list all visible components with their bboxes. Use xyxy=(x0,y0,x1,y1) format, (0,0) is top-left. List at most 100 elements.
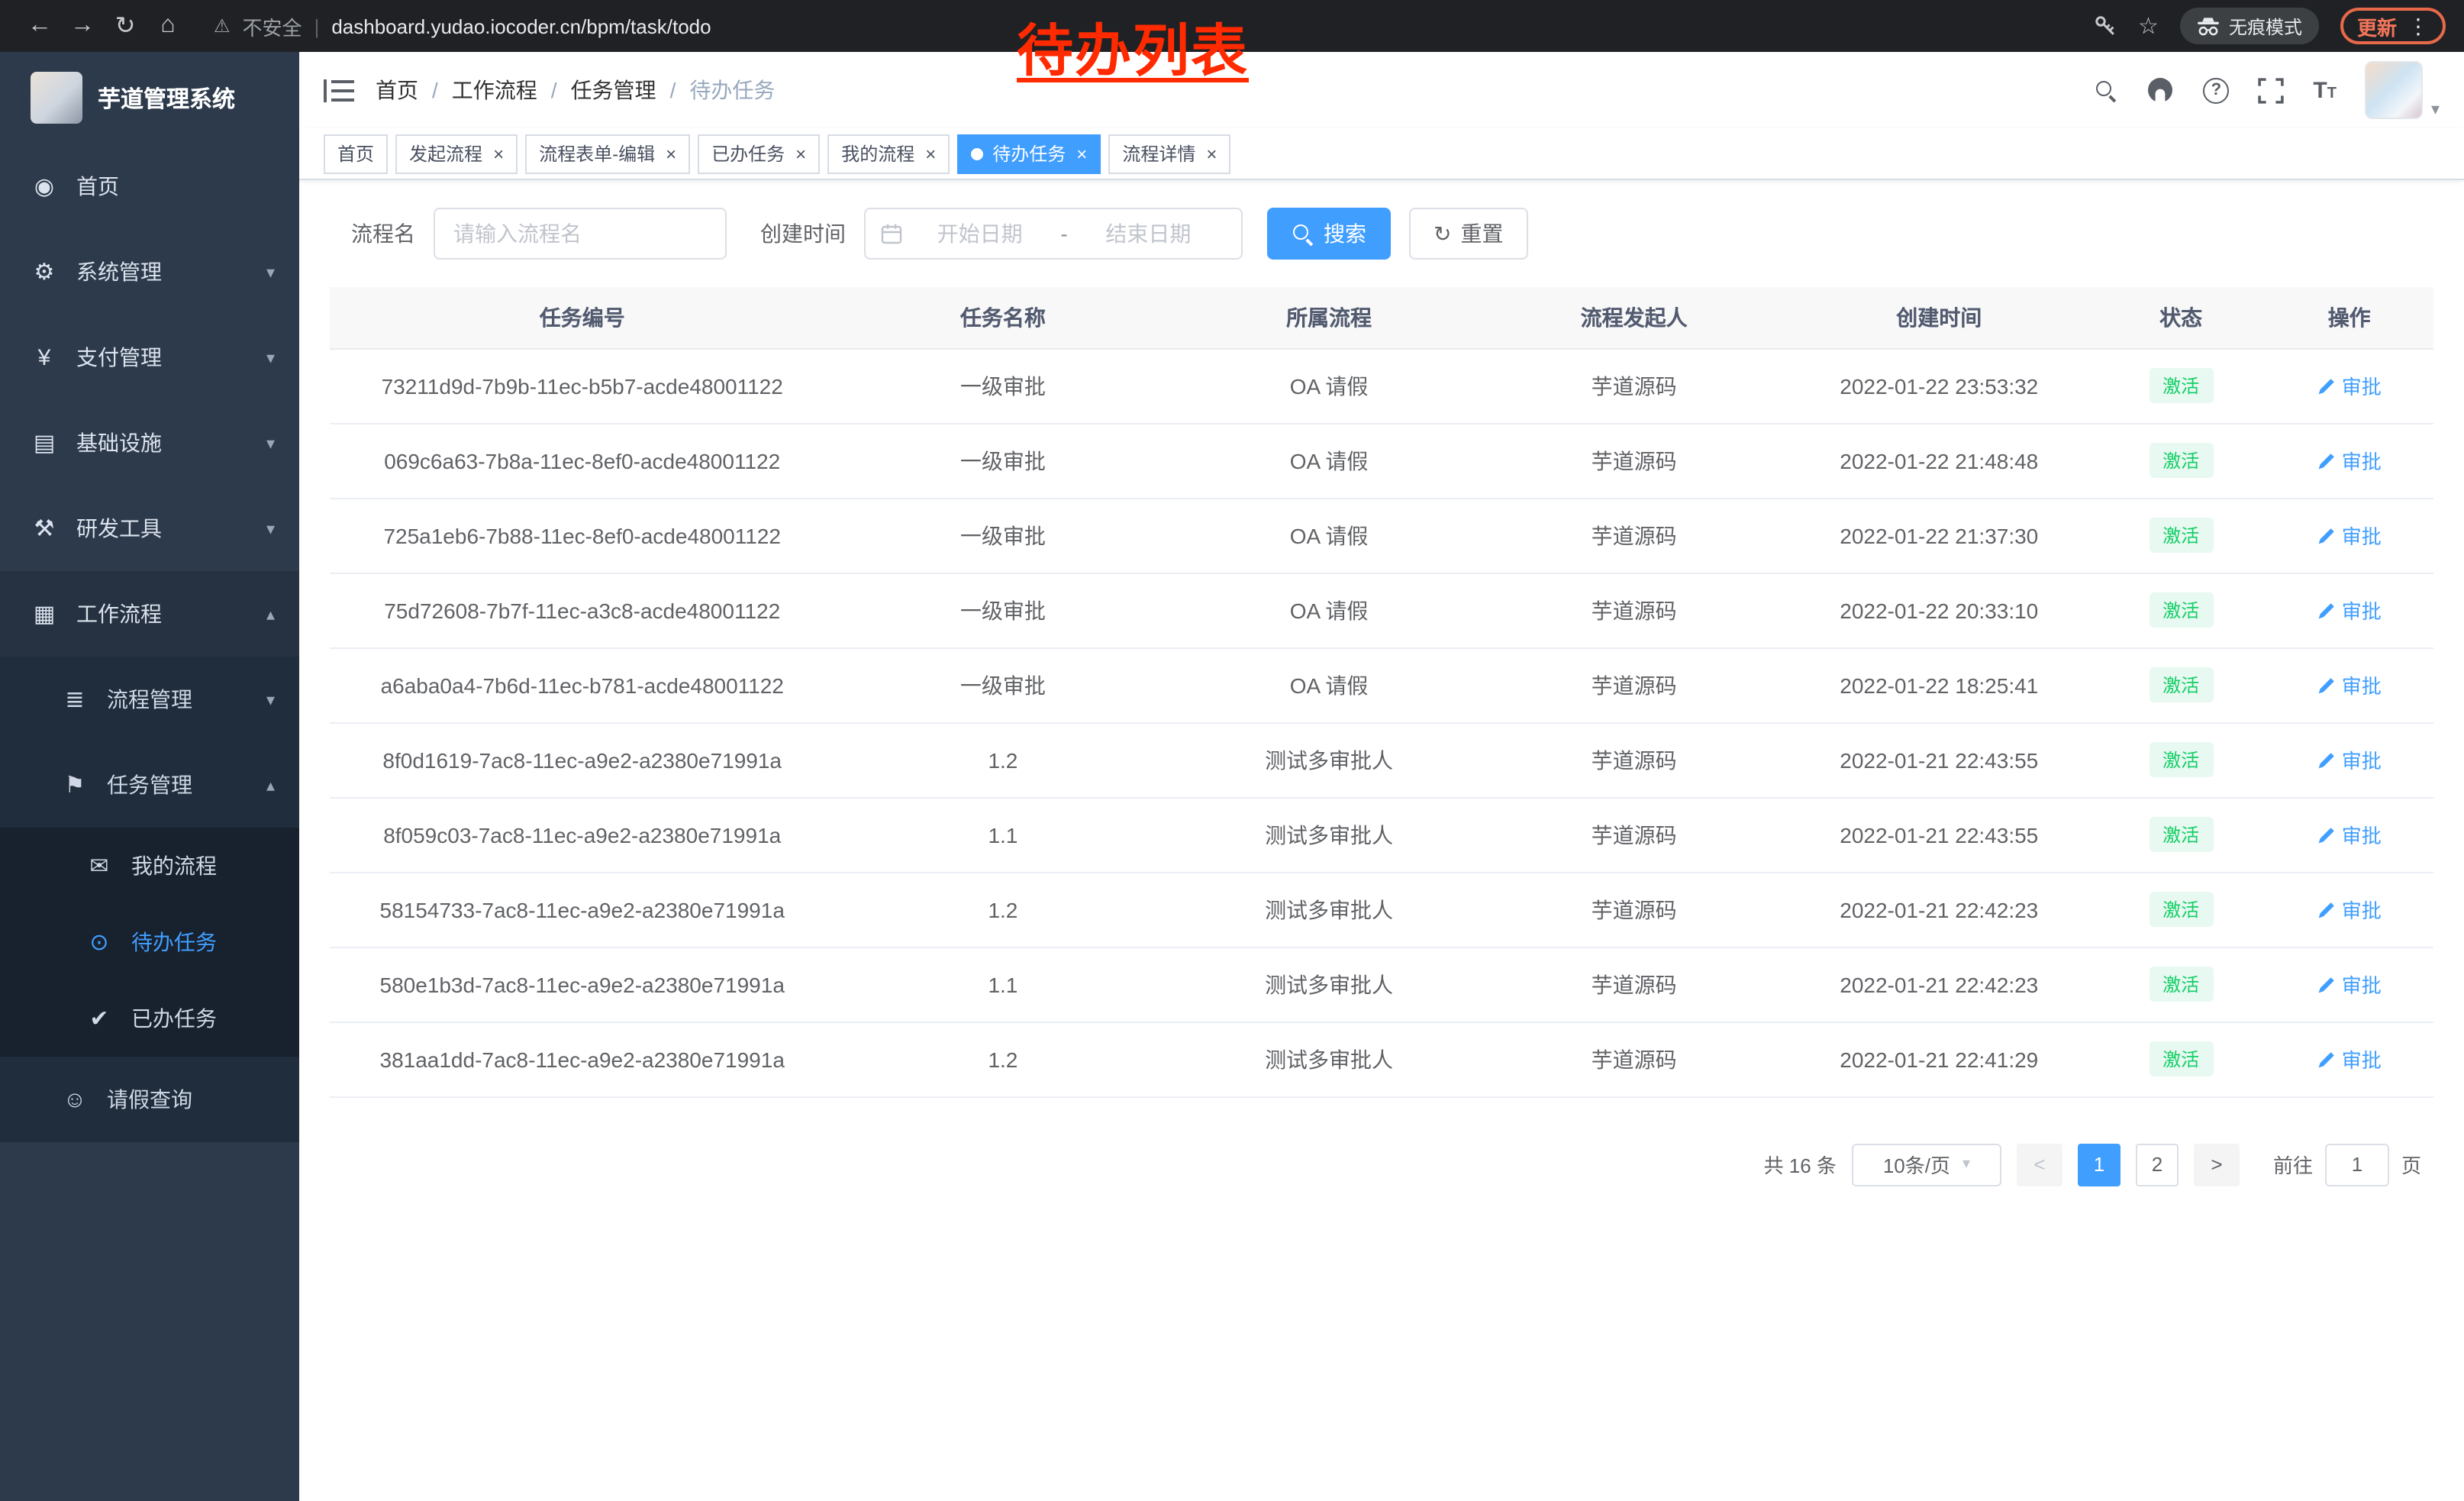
cell-task-id: 580e1b3d-7ac8-11ec-a9e2-a2380e71991a xyxy=(330,947,834,1022)
close-icon[interactable]: × xyxy=(1076,144,1087,163)
tab-label: 首页 xyxy=(337,140,374,166)
tab-process-form-edit[interactable]: 流程表单-编辑 × xyxy=(525,134,690,173)
close-icon[interactable]: × xyxy=(795,144,806,163)
approve-link[interactable]: 审批 xyxy=(2317,371,2382,400)
sidebar-item-devtools[interactable]: ⚒ 研发工具 ▾ xyxy=(0,486,299,571)
font-size-icon[interactable]: TT xyxy=(2313,77,2337,103)
sidebar: 芋道管理系统 ◉ 首页 ⚙ 系统管理 ▾ ¥ 支付管理 ▾ ▤ 基础设施 ▾ xyxy=(0,52,299,1501)
sidebar-item-payment[interactable]: ¥ 支付管理 ▾ xyxy=(0,315,299,400)
tab-todo-task[interactable]: 待办任务 × xyxy=(957,134,1101,173)
browser-reload-icon[interactable]: ↻ xyxy=(104,11,147,41)
sidebar-item-system[interactable]: ⚙ 系统管理 ▾ xyxy=(0,229,299,315)
cell-starter: 芋道源码 xyxy=(1487,947,1782,1022)
approve-link[interactable]: 审批 xyxy=(2317,521,2382,550)
cell-task-name: 一级审批 xyxy=(834,348,1171,423)
cell-starter: 芋道源码 xyxy=(1487,573,1782,647)
search-button[interactable]: 搜索 xyxy=(1267,208,1391,260)
insecure-label[interactable]: 不安全 xyxy=(243,11,302,40)
cell-action: 审批 xyxy=(2265,872,2433,947)
sidebar-item-done-task[interactable]: ✔ 已办任务 xyxy=(0,980,299,1057)
page-button-1[interactable]: 1 xyxy=(2078,1143,2121,1186)
sidebar-item-task-management[interactable]: ⚑ 任务管理 ▴ xyxy=(0,742,299,828)
incognito-badge: 无痕模式 xyxy=(2180,8,2319,44)
status-badge: 激活 xyxy=(2149,667,2213,702)
process-name-label: 流程名 xyxy=(351,218,415,249)
browser-home-icon[interactable]: ⌂ xyxy=(147,12,189,40)
cell-status: 激活 xyxy=(2097,947,2265,1022)
approve-link[interactable]: 审批 xyxy=(2317,446,2382,475)
edit-icon xyxy=(2317,750,2336,769)
sidebar-item-infrastructure[interactable]: ▤ 基础设施 ▾ xyxy=(0,400,299,486)
process-name-input[interactable] xyxy=(434,208,727,260)
page-button-2[interactable]: 2 xyxy=(2136,1143,2179,1186)
sidebar-fold-icon[interactable] xyxy=(324,79,354,102)
date-range-picker[interactable]: 开始日期 - 结束日期 xyxy=(864,208,1243,260)
eye-icon: ⊙ xyxy=(85,928,113,956)
close-icon[interactable]: × xyxy=(666,144,676,163)
approve-link[interactable]: 审批 xyxy=(2317,670,2382,699)
browser-update-button[interactable]: 更新 ⋮ xyxy=(2340,8,2446,44)
search-icon[interactable] xyxy=(2095,79,2117,102)
cell-action: 审批 xyxy=(2265,573,2433,647)
logo-row[interactable]: 芋道管理系统 xyxy=(0,52,299,144)
cell-action: 审批 xyxy=(2265,498,2433,573)
github-icon[interactable] xyxy=(2146,76,2174,104)
sidebar-item-home[interactable]: ◉ 首页 xyxy=(0,144,299,229)
approve-link[interactable]: 审批 xyxy=(2317,970,2382,999)
page-size-select[interactable]: 10条/页 ▾ xyxy=(1852,1143,2001,1186)
cell-create-time: 2022-01-22 23:53:32 xyxy=(1782,348,2097,423)
date-start-placeholder[interactable]: 开始日期 xyxy=(902,218,1057,249)
sidebar-item-process-management[interactable]: ≣ 流程管理 ▾ xyxy=(0,657,299,742)
cell-create-time: 2022-01-21 22:43:55 xyxy=(1782,722,2097,797)
next-page-button[interactable]: > xyxy=(2194,1143,2240,1186)
check-icon: ✔ xyxy=(85,1005,113,1032)
date-end-placeholder[interactable]: 结束日期 xyxy=(1071,218,1226,249)
reset-button[interactable]: ↻ 重置 xyxy=(1409,208,1527,260)
avatar[interactable] xyxy=(2366,61,2424,119)
tab-process-detail[interactable]: 流程详情 × xyxy=(1108,134,1230,173)
browser-back-icon[interactable]: ← xyxy=(18,12,61,40)
url-text[interactable]: dashboard.yudao.iocoder.cn/bpm/task/todo xyxy=(331,15,711,37)
tab-start-process[interactable]: 发起流程 × xyxy=(395,134,518,173)
close-icon[interactable]: × xyxy=(493,144,504,163)
key-icon[interactable] xyxy=(2092,14,2117,38)
cell-task-name: 一级审批 xyxy=(834,423,1171,498)
approve-link[interactable]: 审批 xyxy=(2317,745,2382,774)
breadcrumb-home[interactable]: 首页 xyxy=(376,75,418,105)
close-icon[interactable]: × xyxy=(1206,144,1217,163)
caret-down-icon: ▾ xyxy=(2431,99,2440,119)
user-menu[interactable]: ▾ xyxy=(2366,61,2440,119)
edit-icon xyxy=(2317,601,2336,619)
cell-task-id: 725a1eb6-7b88-11ec-8ef0-acde48001122 xyxy=(330,498,834,573)
breadcrumb-task-management[interactable]: 任务管理 xyxy=(571,75,656,105)
sidebar-item-my-process[interactable]: ✉ 我的流程 xyxy=(0,828,299,904)
sidebar-item-leave-query[interactable]: ☺ 请假查询 xyxy=(0,1057,299,1142)
edit-icon xyxy=(2317,975,2336,993)
fullscreen-icon[interactable] xyxy=(2258,77,2284,103)
tab-done-task[interactable]: 已办任务 × xyxy=(698,134,820,173)
close-icon[interactable]: × xyxy=(925,144,936,163)
approve-link[interactable]: 审批 xyxy=(2317,820,2382,849)
sidebar-item-todo-task[interactable]: ⊙ 待办任务 xyxy=(0,904,299,980)
browser-menu-icon[interactable]: ⋮ xyxy=(2408,13,2429,39)
breadcrumb-workflow[interactable]: 工作流程 xyxy=(452,75,537,105)
browser-forward-icon[interactable]: → xyxy=(61,12,104,40)
goto-page-input[interactable] xyxy=(2325,1143,2389,1186)
sidebar-item-workflow[interactable]: ▦ 工作流程 ▴ xyxy=(0,571,299,657)
help-icon[interactable]: ? xyxy=(2203,77,2229,103)
tab-home[interactable]: 首页 xyxy=(324,134,388,173)
edit-icon xyxy=(2317,676,2336,694)
tab-label: 流程详情 xyxy=(1122,140,1195,166)
bookmark-star-icon[interactable]: ☆ xyxy=(2138,12,2159,40)
cell-task-id: 8f0d1619-7ac8-11ec-a9e2-a2380e71991a xyxy=(330,722,834,797)
search-button-label: 搜索 xyxy=(1324,218,1366,249)
approve-link[interactable]: 审批 xyxy=(2317,895,2382,924)
cell-process: 测试多审批人 xyxy=(1171,797,1486,872)
col-starter: 流程发起人 xyxy=(1487,287,1782,348)
approve-link[interactable]: 审批 xyxy=(2317,596,2382,625)
tab-my-process[interactable]: 我的流程 × xyxy=(827,134,950,173)
approve-link[interactable]: 审批 xyxy=(2317,1044,2382,1073)
prev-page-button[interactable]: < xyxy=(2017,1143,2062,1186)
address-bar[interactable]: ⚠ 不安全 | dashboard.yudao.iocoder.cn/bpm/t… xyxy=(214,11,711,40)
gear-icon: ⚙ xyxy=(31,258,58,286)
